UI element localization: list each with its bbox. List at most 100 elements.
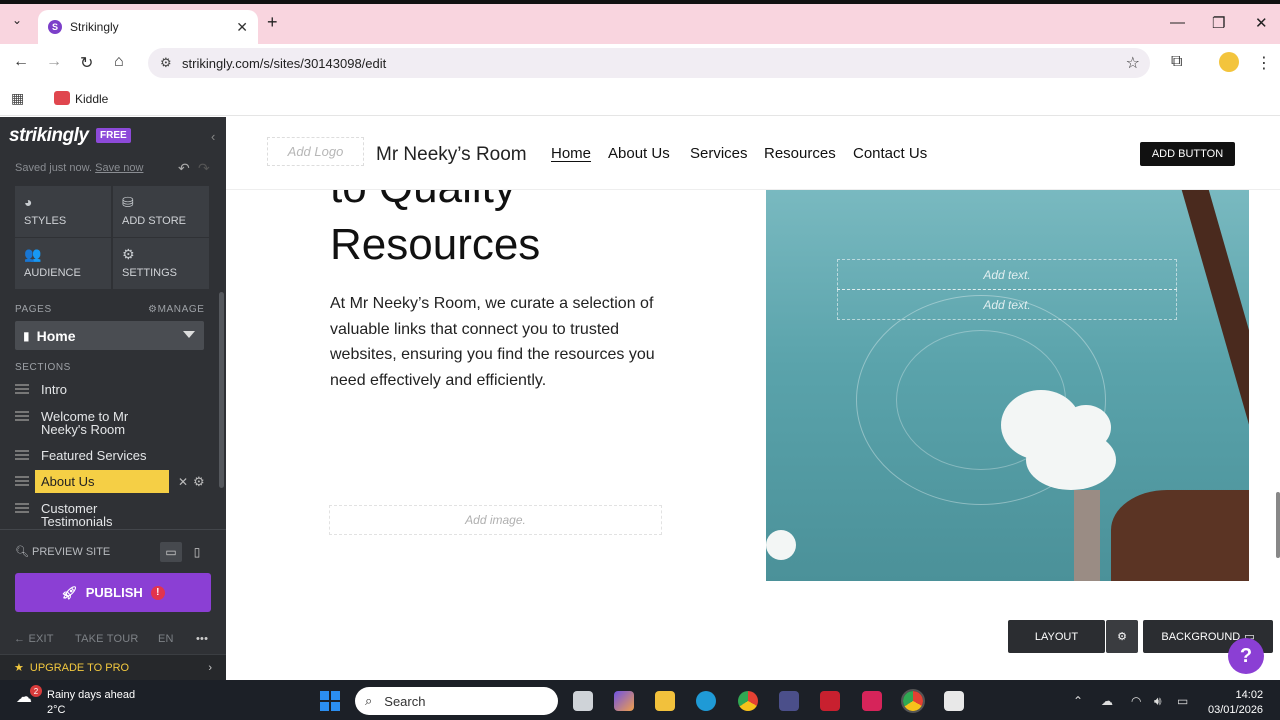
upgrade-to-pro-button[interactable]: ★ UPGRADE TO PRO ›: [0, 654, 226, 680]
browser-tab[interactable]: S Strikingly ✕: [38, 10, 258, 44]
site-info-icon[interactable]: ⚙: [160, 55, 172, 71]
section-item-featured-services[interactable]: Featured Services: [15, 449, 215, 462]
redo-icon[interactable]: ↷: [198, 160, 210, 177]
weather-line-1: Rainy days ahead: [47, 689, 136, 701]
section-item-testimonials[interactable]: Customer Testimonials: [15, 502, 145, 528]
mobile-view-icon[interactable]: ▯: [186, 542, 208, 562]
section-gear-icon[interactable]: ⚙: [1106, 620, 1138, 653]
nav-home[interactable]: Home: [551, 145, 591, 162]
section-label: Customer Testimonials: [41, 501, 113, 529]
minimize-icon[interactable]: —: [1170, 14, 1185, 31]
chrome-active-icon[interactable]: [901, 689, 925, 713]
add-button[interactable]: ADD BUTTON: [1140, 142, 1235, 166]
section-photo[interactable]: [766, 190, 1249, 581]
section-settings-icon[interactable]: ⚙: [193, 474, 205, 490]
layout-button[interactable]: LAYOUT: [1008, 620, 1105, 653]
settings-tile[interactable]: ⚙ SETTINGS: [113, 238, 209, 289]
manage-pages-button[interactable]: ⚙MANAGE: [148, 304, 205, 315]
drag-handle-icon[interactable]: [15, 476, 29, 486]
extensions-icon[interactable]: ⧉: [1171, 53, 1182, 71]
take-tour-button[interactable]: TAKE TOUR: [75, 633, 139, 645]
delete-section-icon[interactable]: ✕: [178, 475, 188, 489]
section-item-intro[interactable]: Intro: [15, 383, 215, 396]
cloud-graphic: [766, 530, 796, 560]
desktop-view-icon[interactable]: ▭: [160, 542, 182, 562]
onedrive-icon[interactable]: ☁: [1101, 694, 1113, 708]
nav-contact-us[interactable]: Contact Us: [853, 145, 927, 162]
maximize-icon[interactable]: ❐: [1212, 14, 1225, 32]
reload-icon[interactable]: ↻: [80, 53, 93, 73]
heading-line-2: Resources: [330, 220, 541, 269]
mcafee-icon[interactable]: [820, 691, 840, 711]
nav-resources[interactable]: Resources: [764, 145, 836, 162]
profile-avatar[interactable]: [1219, 52, 1239, 72]
drag-handle-icon[interactable]: [15, 384, 29, 394]
add-store-tile[interactable]: ⛁ ADD STORE: [113, 186, 209, 237]
audio-app-icon[interactable]: [779, 691, 799, 711]
add-image-placeholder[interactable]: Add image.: [329, 505, 662, 535]
sections-header: SECTIONS: [15, 362, 71, 373]
section-heading[interactable]: to Quality Resources: [330, 190, 540, 273]
save-now-link[interactable]: Save now: [95, 162, 143, 174]
publish-button[interactable]: 🚀︎ PUBLISH !: [15, 573, 211, 612]
page-scrollbar[interactable]: [1276, 492, 1280, 558]
apps-grid-icon[interactable]: ▦: [11, 90, 24, 107]
section-paragraph[interactable]: At Mr Neeky’s Room, we curate a selectio…: [330, 291, 660, 393]
upgrade-label: UPGRADE TO PRO: [29, 661, 130, 674]
forward-icon[interactable]: →: [46, 53, 62, 71]
site-title[interactable]: Mr Neeky’s Room: [376, 144, 527, 166]
exit-label: EXIT: [28, 633, 54, 645]
drag-handle-icon[interactable]: [15, 503, 29, 513]
volume-icon[interactable]: 🔊︎: [1154, 694, 1162, 709]
file-explorer-icon[interactable]: [655, 691, 675, 711]
section-label: Welcome to Mr Neeky's Room: [41, 409, 129, 437]
bookmark-kiddle[interactable]: Kiddle: [75, 92, 108, 106]
edge-icon[interactable]: [696, 691, 716, 711]
task-view-icon[interactable]: [573, 691, 593, 711]
collapse-sidebar-icon[interactable]: ‹: [211, 129, 215, 144]
nav-services[interactable]: Services: [690, 145, 748, 162]
exit-button[interactable]: ← EXIT: [14, 633, 54, 645]
section-item-welcome[interactable]: Welcome to Mr Neeky's Room: [15, 410, 145, 436]
nav-about-us[interactable]: About Us: [608, 145, 670, 162]
back-icon[interactable]: ←: [13, 53, 29, 71]
tray-chevron-up-icon[interactable]: ⌃: [1073, 694, 1083, 708]
battery-icon[interactable]: ▭: [1177, 694, 1188, 708]
undo-icon[interactable]: ↶: [178, 160, 190, 177]
page-selector[interactable]: ▮ Home: [15, 321, 204, 350]
language-button[interactable]: EN: [158, 633, 174, 645]
drag-handle-icon[interactable]: [15, 411, 29, 421]
my-app-icon[interactable]: [862, 691, 882, 711]
taskbar-search[interactable]: ⌕ Search: [355, 687, 558, 715]
new-tab-icon[interactable]: +: [267, 12, 278, 33]
more-options-icon[interactable]: •••: [196, 633, 208, 645]
roof-graphic: [1111, 490, 1249, 581]
copilot-icon[interactable]: [614, 691, 634, 711]
add-text-placeholder-1[interactable]: Add text.: [837, 259, 1177, 290]
plan-badge: FREE: [96, 128, 131, 143]
preview-label: PREVIEW SITE: [32, 546, 111, 558]
divider: [0, 529, 226, 530]
taskbar-clock[interactable]: 14:02 03/01/2026: [1208, 688, 1263, 718]
close-window-icon[interactable]: ✕: [1255, 14, 1268, 32]
preview-site-button[interactable]: 🔍︎ PREVIEW SITE: [15, 545, 110, 558]
close-tab-icon[interactable]: ✕: [236, 19, 248, 36]
tab-search-chevron-icon[interactable]: ⌄: [12, 13, 22, 27]
audience-tile[interactable]: 👥 AUDIENCE: [15, 238, 111, 289]
bookmark-star-icon[interactable]: ☆: [1126, 53, 1140, 73]
home-icon[interactable]: ⌂: [114, 53, 124, 71]
sidebar-scrollbar[interactable]: [219, 292, 224, 488]
chrome-icon[interactable]: [738, 691, 758, 711]
drag-handle-icon[interactable]: [15, 450, 29, 460]
styles-tile[interactable]: ◕ STYLES: [15, 186, 111, 237]
current-page-label: Home: [36, 327, 76, 344]
add-logo-placeholder[interactable]: Add Logo: [267, 137, 364, 166]
notepad-icon[interactable]: [944, 691, 964, 711]
styles-label: STYLES: [24, 215, 67, 227]
browser-menu-icon[interactable]: ⋮: [1256, 53, 1272, 73]
windows-start-icon[interactable]: [320, 691, 340, 711]
address-bar[interactable]: ⚙ strikingly.com/s/sites/30143098/edit ☆: [148, 48, 1150, 78]
add-text-placeholder-2[interactable]: Add text.: [837, 289, 1177, 320]
help-button[interactable]: ?: [1228, 638, 1264, 674]
wifi-icon[interactable]: ◠: [1131, 694, 1141, 708]
